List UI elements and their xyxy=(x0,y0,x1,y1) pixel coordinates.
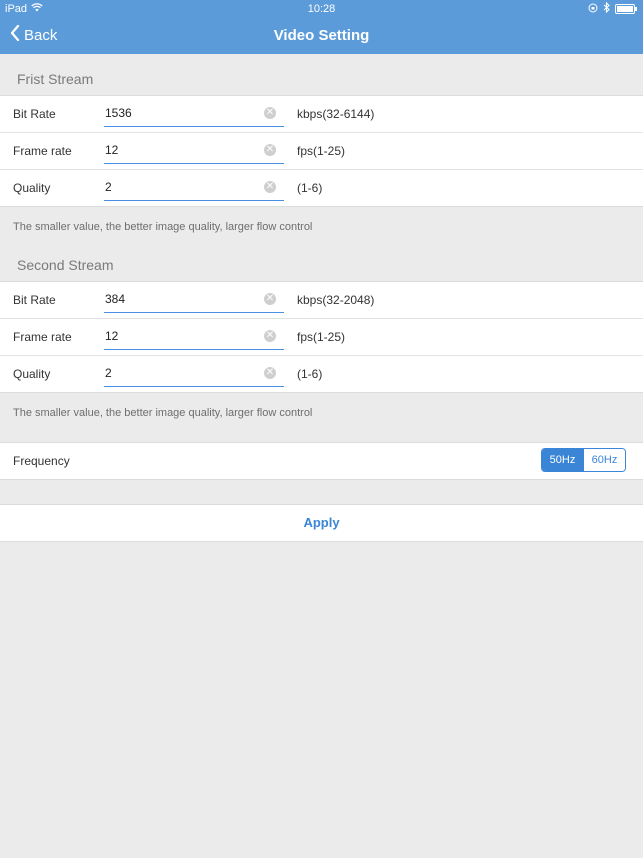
second-framerate-input[interactable] xyxy=(104,325,255,347)
frequency-label: Frequency xyxy=(13,454,70,468)
frequency-segmented-control: 50Hz 60Hz xyxy=(541,448,626,472)
second-framerate-row: Frame rate ✕ fps(1-25) xyxy=(0,319,643,356)
range-hint: (1-6) xyxy=(297,367,323,381)
first-bitrate-row: Bit Rate ✕ kbps(32-6144) xyxy=(0,96,643,133)
clear-icon[interactable]: ✕ xyxy=(264,293,276,305)
row-label: Bit Rate xyxy=(13,107,56,121)
bluetooth-icon xyxy=(603,1,610,16)
range-hint: kbps(32-6144) xyxy=(297,107,375,121)
row-label: Frame rate xyxy=(13,330,72,344)
first-framerate-input[interactable] xyxy=(104,139,255,161)
row-label: Quality xyxy=(13,181,51,195)
chevron-left-icon xyxy=(10,24,20,45)
first-quality-input[interactable] xyxy=(104,176,255,198)
battery-icon xyxy=(615,4,637,14)
clear-icon[interactable]: ✕ xyxy=(264,107,276,119)
clear-icon[interactable]: ✕ xyxy=(264,181,276,193)
status-time: 10:28 xyxy=(307,3,336,15)
first-stream-note: The smaller value, the better image qual… xyxy=(13,221,313,233)
second-bitrate-input[interactable] xyxy=(104,288,255,310)
clear-icon[interactable]: ✕ xyxy=(264,144,276,156)
back-label: Back xyxy=(24,26,58,44)
second-stream-note: The smaller value, the better image qual… xyxy=(13,407,313,419)
second-quality-input[interactable] xyxy=(104,362,255,384)
second-bitrate-row: Bit Rate ✕ kbps(32-2048) xyxy=(0,282,643,319)
first-stream-title: Frist Stream xyxy=(17,71,94,87)
second-stream-title: Second Stream xyxy=(17,257,114,273)
status-bar: iPad 10:28 xyxy=(0,0,643,18)
range-hint: fps(1-25) xyxy=(297,330,346,344)
row-label: Frame rate xyxy=(13,144,72,158)
back-button[interactable]: Back xyxy=(10,24,58,45)
clear-icon[interactable]: ✕ xyxy=(264,330,276,342)
frequency-row: Frequency 50Hz 60Hz xyxy=(0,443,643,479)
nav-bar: iPad 10:28 Back Video Setting xyxy=(0,0,643,54)
frequency-option-50hz[interactable]: 50Hz xyxy=(542,449,583,471)
apply-button[interactable]: Apply xyxy=(0,504,643,542)
first-quality-row: Quality ✕ (1-6) xyxy=(0,170,643,206)
row-label: Bit Rate xyxy=(13,293,56,307)
second-quality-row: Quality ✕ (1-6) xyxy=(0,356,643,392)
range-hint: fps(1-25) xyxy=(297,144,346,158)
page-title: Video Setting xyxy=(273,27,370,44)
first-stream-group: Bit Rate ✕ kbps(32-6144) Frame rate ✕ fp… xyxy=(0,95,643,207)
first-bitrate-input[interactable] xyxy=(104,102,255,124)
range-hint: (1-6) xyxy=(297,181,323,195)
row-label: Quality xyxy=(13,367,51,381)
first-framerate-row: Frame rate ✕ fps(1-25) xyxy=(0,133,643,170)
range-hint: kbps(32-2048) xyxy=(297,293,375,307)
frequency-option-60hz[interactable]: 60Hz xyxy=(583,449,625,471)
orientation-lock-icon xyxy=(588,3,598,16)
frequency-group: Frequency 50Hz 60Hz xyxy=(0,442,643,480)
clear-icon[interactable]: ✕ xyxy=(264,367,276,379)
second-stream-group: Bit Rate ✕ kbps(32-2048) Frame rate ✕ fp… xyxy=(0,281,643,393)
